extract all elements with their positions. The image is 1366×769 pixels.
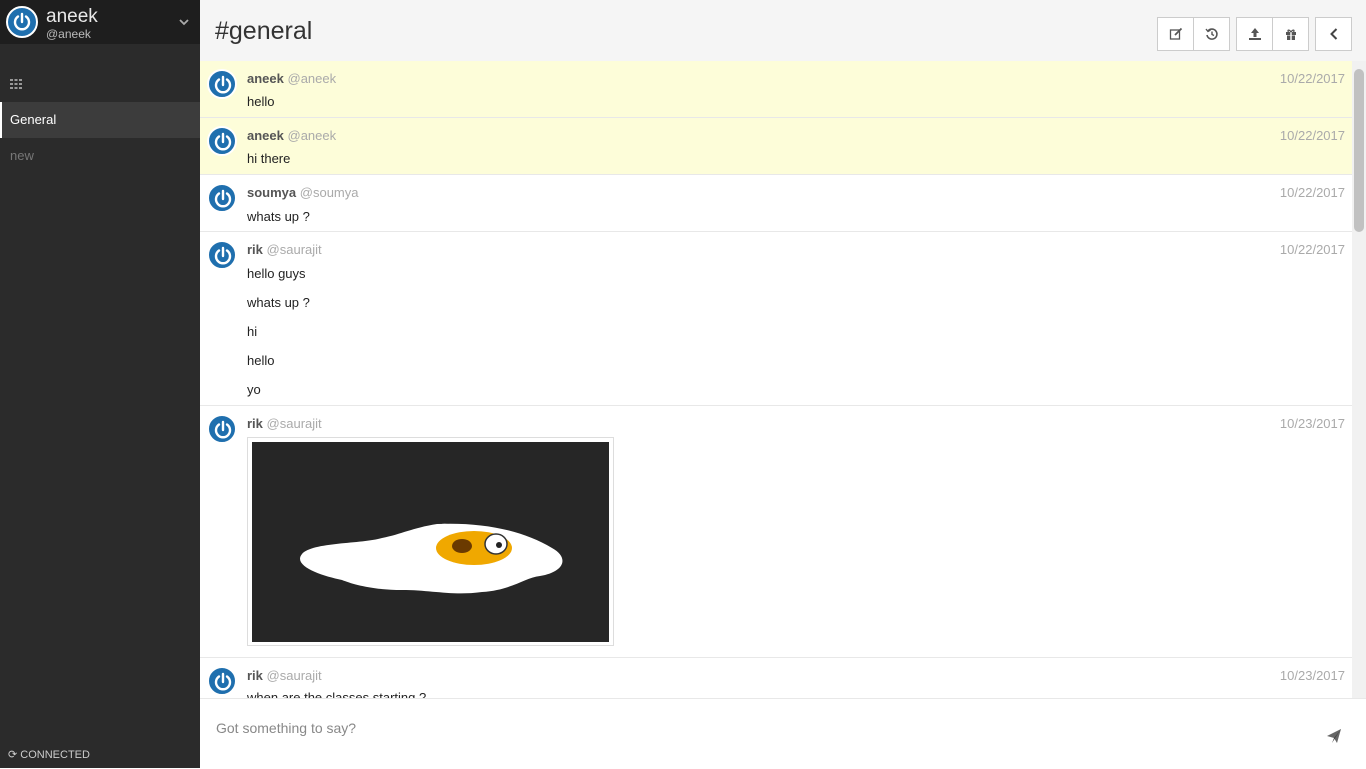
power-icon xyxy=(214,189,232,208)
author-handle: @aneek xyxy=(287,128,337,143)
message-list: aneek @aneek 10/22/2017 hello aneek @ane… xyxy=(200,61,1352,698)
message-text: whats up ? xyxy=(247,209,310,224)
author-name[interactable]: aneek xyxy=(247,71,284,86)
scrollbar[interactable] xyxy=(1352,61,1366,698)
power-icon xyxy=(214,132,232,151)
avatar xyxy=(207,69,237,99)
avatar xyxy=(207,126,237,156)
upload-icon xyxy=(1248,28,1261,40)
author-name[interactable]: rik xyxy=(247,242,263,257)
user-name: aneek xyxy=(46,6,98,27)
message-item: rik @saurajit 10/23/2017 when are the cl… xyxy=(200,658,1352,698)
author-name[interactable]: soumya xyxy=(247,185,296,200)
author-handle: @saurajit xyxy=(266,668,322,683)
avatar xyxy=(207,666,237,696)
composer xyxy=(200,698,1366,769)
author-name[interactable]: rik xyxy=(247,668,263,683)
author-name[interactable]: rik xyxy=(247,416,263,431)
avatar xyxy=(207,414,237,444)
power-icon xyxy=(214,420,232,439)
sidebar-item-general[interactable]: General xyxy=(0,102,200,138)
user-avatar xyxy=(6,6,38,38)
message-date: 10/22/2017 xyxy=(1279,242,1345,257)
grid-icon[interactable] xyxy=(10,79,22,89)
power-icon xyxy=(214,246,232,265)
message-date: 10/23/2017 xyxy=(1279,668,1345,683)
author-name[interactable]: aneek xyxy=(247,128,284,143)
message-date: 10/22/2017 xyxy=(1279,128,1345,143)
user-menu[interactable]: aneek @aneek xyxy=(0,0,200,44)
message-text: hello xyxy=(247,94,275,109)
author-handle: @saurajit xyxy=(266,242,322,257)
sidebar-item-new[interactable]: new xyxy=(0,138,200,174)
message-date: 10/22/2017 xyxy=(1279,185,1345,200)
history-icon xyxy=(1204,28,1218,40)
upload-button[interactable] xyxy=(1236,17,1273,51)
main-panel: #general aneek @aneek 10/22/2017 hello a… xyxy=(200,0,1366,769)
edit-button[interactable] xyxy=(1157,17,1194,51)
scrollbar-thumb[interactable] xyxy=(1354,69,1364,232)
toolbar xyxy=(1157,17,1352,51)
power-icon xyxy=(13,12,31,31)
message-date: 10/23/2017 xyxy=(1279,416,1345,431)
author-handle: @soumya xyxy=(299,185,359,200)
message-item: aneek @aneek 10/22/2017 hi there xyxy=(200,118,1352,175)
author-handle: @saurajit xyxy=(266,416,322,431)
page-title: #general xyxy=(215,17,313,45)
message-input[interactable] xyxy=(214,715,1298,741)
message-text: hello xyxy=(247,353,275,368)
message-text: hello guys xyxy=(247,266,306,281)
image-attachment[interactable] xyxy=(247,437,614,646)
refresh-icon: ⟳ xyxy=(8,749,18,761)
gift-button[interactable] xyxy=(1272,17,1309,51)
power-icon xyxy=(214,672,232,691)
message-text: hi xyxy=(247,324,258,339)
message-item: aneek @aneek 10/22/2017 hello xyxy=(200,61,1352,118)
history-button[interactable] xyxy=(1193,17,1230,51)
message-date: 10/22/2017 xyxy=(1279,71,1345,86)
message-item: rik @saurajit 10/22/2017 hello guys what… xyxy=(200,232,1352,406)
send-icon[interactable] xyxy=(1326,728,1342,744)
chevron-left-icon xyxy=(1329,28,1337,40)
author-handle: @aneek xyxy=(287,71,337,86)
chevron-down-icon[interactable] xyxy=(178,16,190,28)
message-text: whats up ? xyxy=(247,295,310,310)
message-text: hi there xyxy=(247,151,291,166)
avatar xyxy=(207,240,237,270)
message-item: soumya @soumya 10/22/2017 whats up ? xyxy=(200,175,1352,232)
connection-status: ⟳ CONNECTED xyxy=(8,749,90,761)
fried-egg-image xyxy=(252,442,609,642)
message-item: rik @saurajit 10/23/2017 xyxy=(200,406,1352,658)
message-text: when are the classes starting ? xyxy=(247,690,427,698)
message-text: yo xyxy=(247,382,261,397)
sidebar: aneek @aneek General new ⟳ CONNECTED xyxy=(0,0,200,768)
gift-icon xyxy=(1285,29,1296,40)
avatar xyxy=(207,183,237,213)
collapse-button[interactable] xyxy=(1315,17,1352,51)
edit-icon xyxy=(1169,27,1182,40)
power-icon xyxy=(214,75,232,94)
user-handle: @aneek xyxy=(46,27,91,41)
channel-header: #general xyxy=(200,0,1366,62)
